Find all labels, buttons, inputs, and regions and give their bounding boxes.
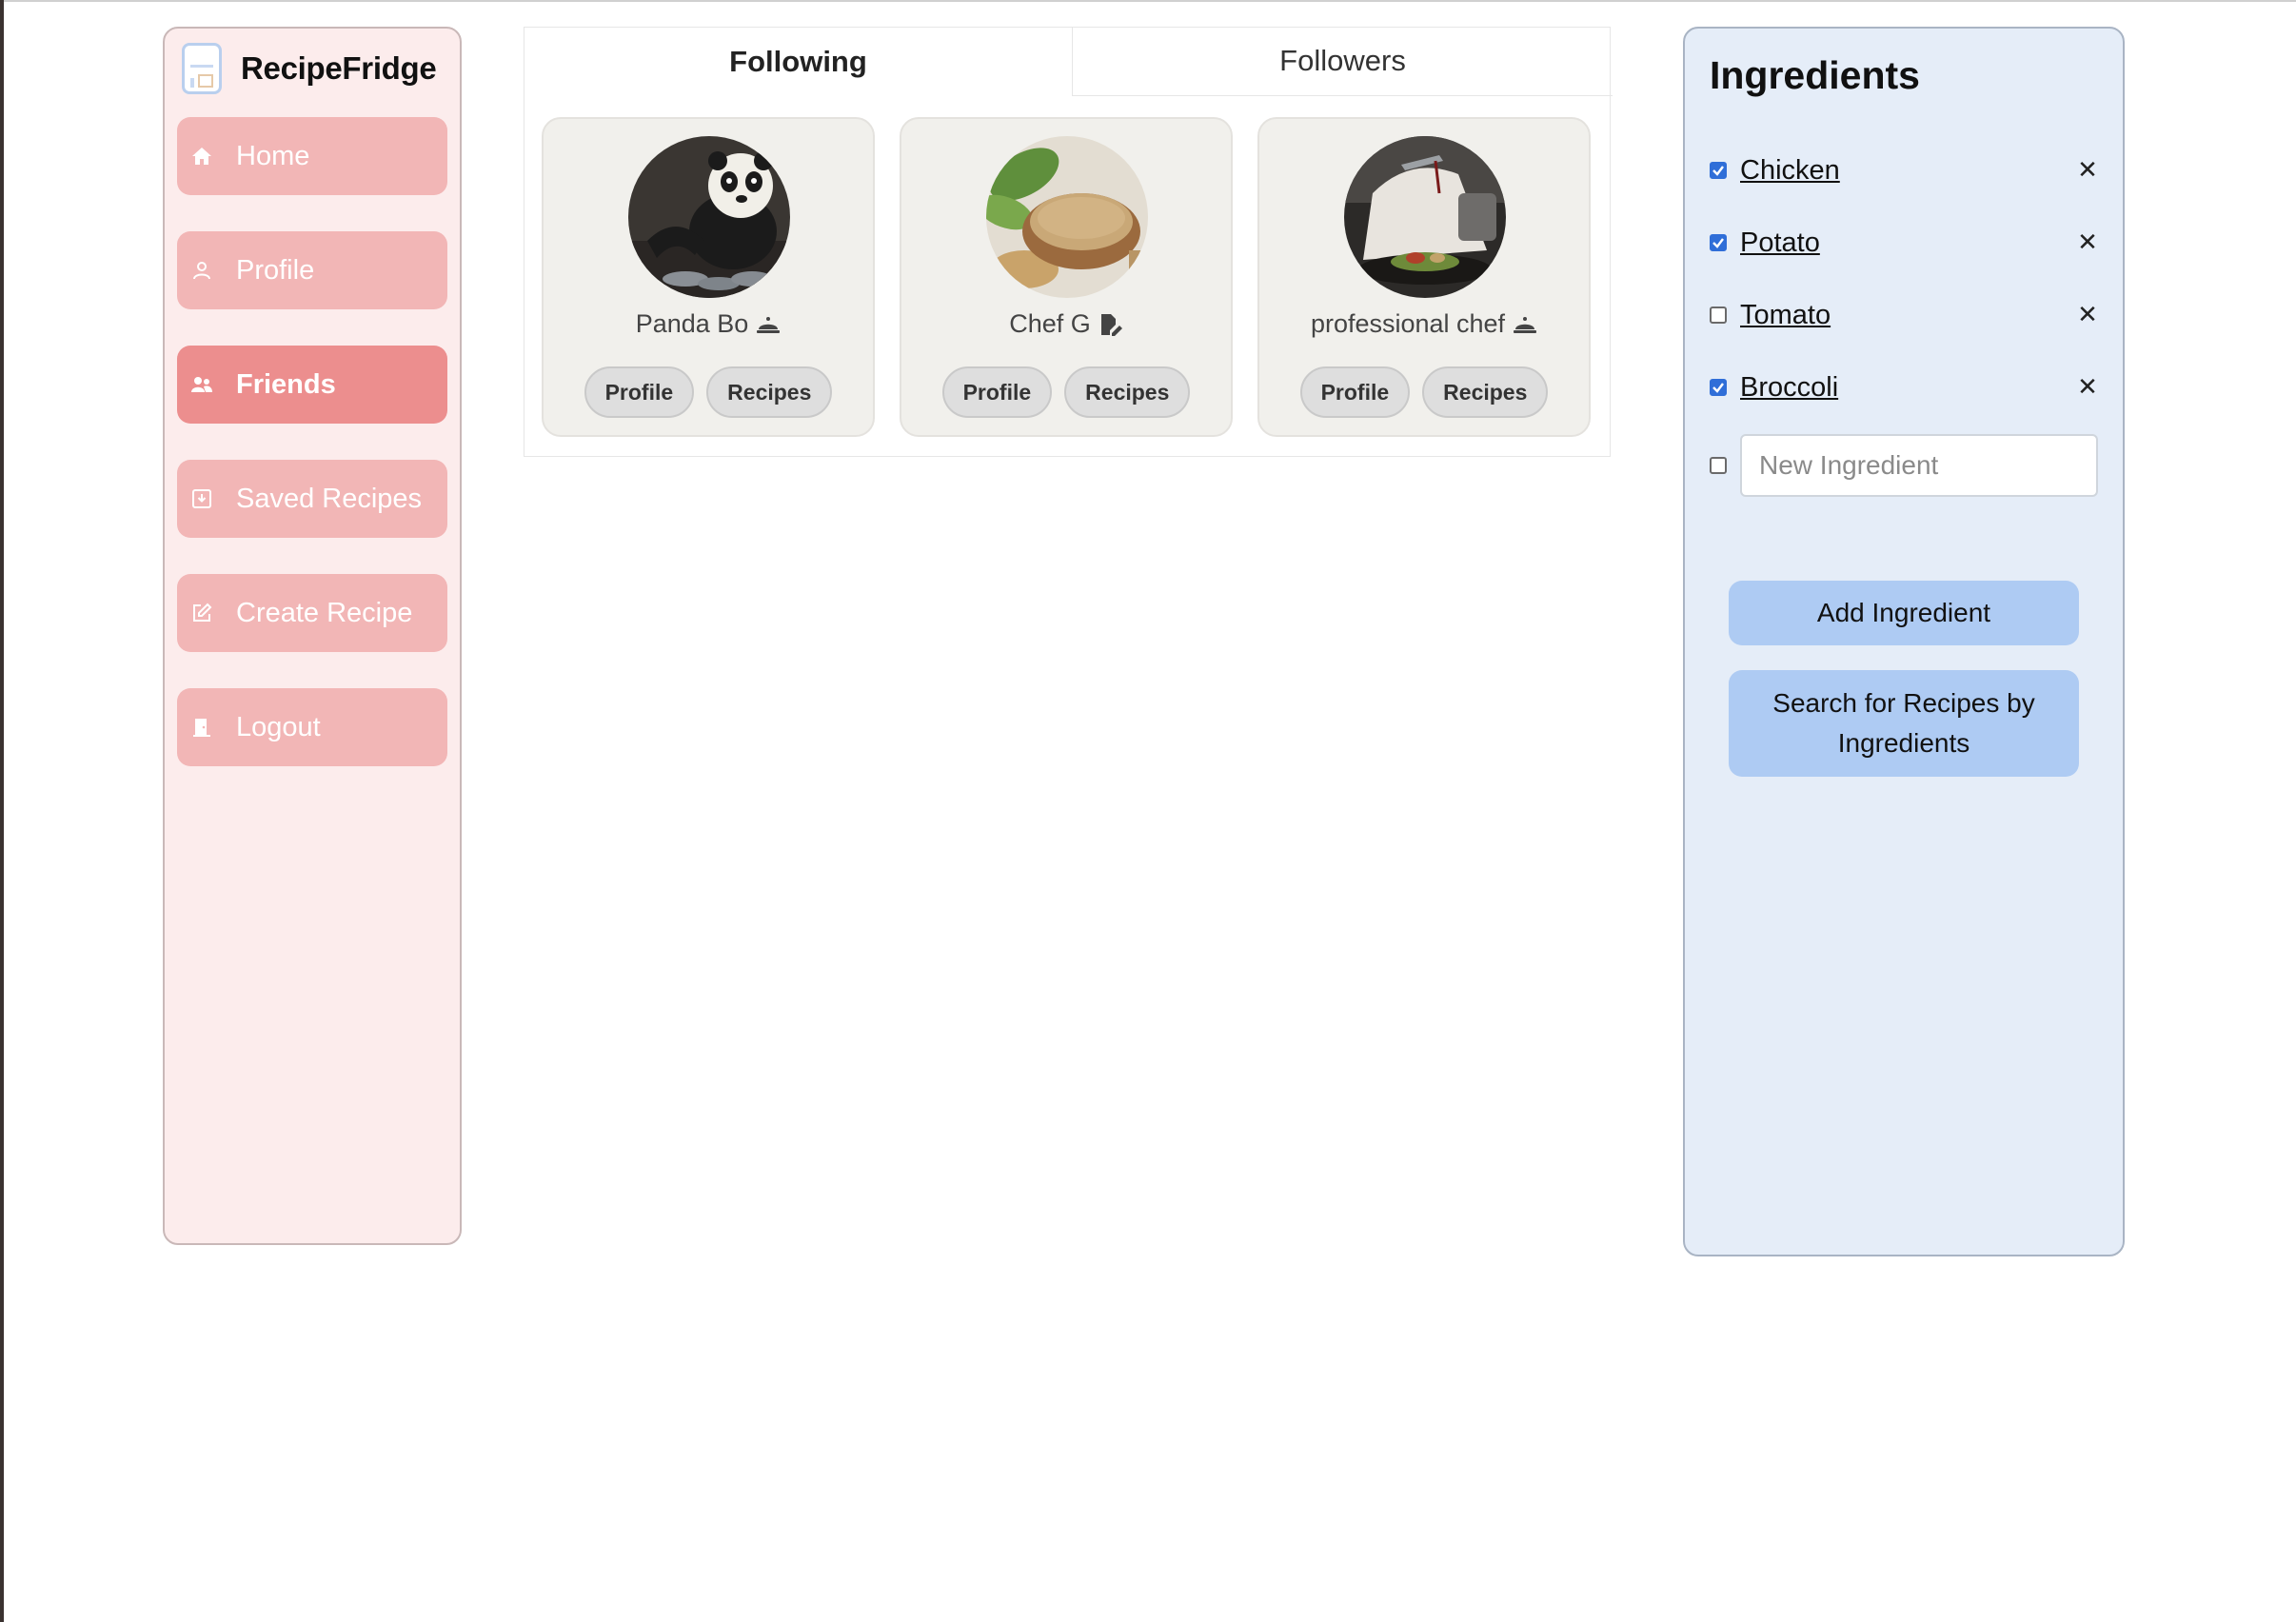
sidebar-item-label: Home xyxy=(236,140,310,171)
friend-name-text: Panda Bo xyxy=(635,309,749,338)
cloche-icon xyxy=(757,316,781,333)
fridge-logo-icon xyxy=(182,43,222,94)
avatar[interactable] xyxy=(986,136,1148,298)
tab-label: Following xyxy=(729,45,867,78)
friend-name: professional chef xyxy=(1259,309,1589,339)
users-icon xyxy=(190,373,213,396)
friend-name-text: professional chef xyxy=(1310,309,1506,338)
door-icon xyxy=(190,716,213,739)
sidebar-item-label: Profile xyxy=(236,254,315,286)
friend-name: Chef G xyxy=(901,309,1231,339)
ingredients-panel: Ingredients Chicken ✕ Potato ✕ Tomato ✕ … xyxy=(1683,27,2125,1256)
add-ingredient-button[interactable]: Add Ingredient xyxy=(1729,581,2079,645)
remove-icon[interactable]: ✕ xyxy=(2073,155,2102,184)
remove-icon[interactable]: ✕ xyxy=(2073,227,2102,256)
edit-icon xyxy=(190,602,213,624)
profile-button[interactable]: Profile xyxy=(941,366,1053,418)
ingredient-checkbox[interactable] xyxy=(1710,234,1727,251)
sidebar-item-logout[interactable]: Logout xyxy=(177,688,447,766)
friend-card: Panda Bo Profile Recipes xyxy=(542,117,875,437)
ingredient-checkbox[interactable] xyxy=(1710,162,1727,179)
ingredient-label[interactable]: Potato xyxy=(1740,227,1820,259)
friends-panel: Following Followers Panda Bo Profile Rec… xyxy=(524,27,1613,457)
sidebar-item-profile[interactable]: Profile xyxy=(177,231,447,309)
new-ingredient-row xyxy=(1710,434,2098,497)
friend-name-text: Chef G xyxy=(1009,309,1091,338)
sidebar-item-home[interactable]: Home xyxy=(177,117,447,195)
sidebar-item-label: Friends xyxy=(236,368,336,400)
remove-icon[interactable]: ✕ xyxy=(2073,372,2102,401)
brand[interactable]: RecipeFridge xyxy=(182,42,437,95)
sidebar: RecipeFridge Home Profile Friends Saved … xyxy=(163,27,462,1245)
ingredient-row: Broccoli ✕ xyxy=(1710,368,2102,406)
tab-label: Followers xyxy=(1279,44,1406,77)
recipes-button[interactable]: Recipes xyxy=(706,366,833,418)
sidebar-item-label: Create Recipe xyxy=(236,597,413,628)
ingredient-label[interactable]: Tomato xyxy=(1740,300,1831,331)
user-icon xyxy=(190,259,213,282)
ingredient-checkbox[interactable] xyxy=(1710,307,1727,324)
app-name: RecipeFridge xyxy=(241,50,437,86)
sidebar-item-saved-recipes[interactable]: Saved Recipes xyxy=(177,460,447,538)
search-recipes-button[interactable]: Search for Recipes by Ingredients xyxy=(1729,670,2079,777)
profile-button[interactable]: Profile xyxy=(584,366,695,418)
save-icon xyxy=(190,487,213,510)
ingredient-checkbox[interactable] xyxy=(1710,379,1727,396)
remove-icon[interactable]: ✕ xyxy=(2073,300,2102,328)
friend-card: professional chef Profile Recipes xyxy=(1257,117,1591,437)
ingredient-row: Potato ✕ xyxy=(1710,224,2102,262)
friend-name: Panda Bo xyxy=(544,309,873,339)
avatar[interactable] xyxy=(1344,136,1506,298)
ingredients-title: Ingredients xyxy=(1710,53,1920,97)
home-icon xyxy=(190,145,213,168)
new-ingredient-input[interactable] xyxy=(1740,434,2098,497)
new-ingredient-checkbox[interactable] xyxy=(1710,457,1727,474)
profile-button[interactable]: Profile xyxy=(1299,366,1411,418)
recipes-button[interactable]: Recipes xyxy=(1422,366,1549,418)
cloche-icon xyxy=(1514,316,1537,333)
avatar[interactable] xyxy=(628,136,790,298)
window-edge xyxy=(0,0,4,1622)
recipes-button[interactable]: Recipes xyxy=(1064,366,1191,418)
sidebar-item-friends[interactable]: Friends xyxy=(177,346,447,424)
ingredient-row: Tomato ✕ xyxy=(1710,296,2102,334)
ingredient-label[interactable]: Chicken xyxy=(1740,155,1840,187)
friend-card: Chef G Profile Recipes xyxy=(900,117,1233,437)
file-pen-icon xyxy=(1100,313,1122,336)
tab-followers[interactable]: Followers xyxy=(1073,27,1613,96)
ingredient-label[interactable]: Broccoli xyxy=(1740,372,1838,404)
ingredient-row: Chicken ✕ xyxy=(1710,151,2102,189)
window-top-border xyxy=(0,0,2296,2)
sidebar-item-label: Saved Recipes xyxy=(236,483,423,514)
sidebar-item-create-recipe[interactable]: Create Recipe xyxy=(177,574,447,652)
sidebar-item-label: Logout xyxy=(236,711,321,742)
tab-following[interactable]: Following xyxy=(524,27,1073,96)
